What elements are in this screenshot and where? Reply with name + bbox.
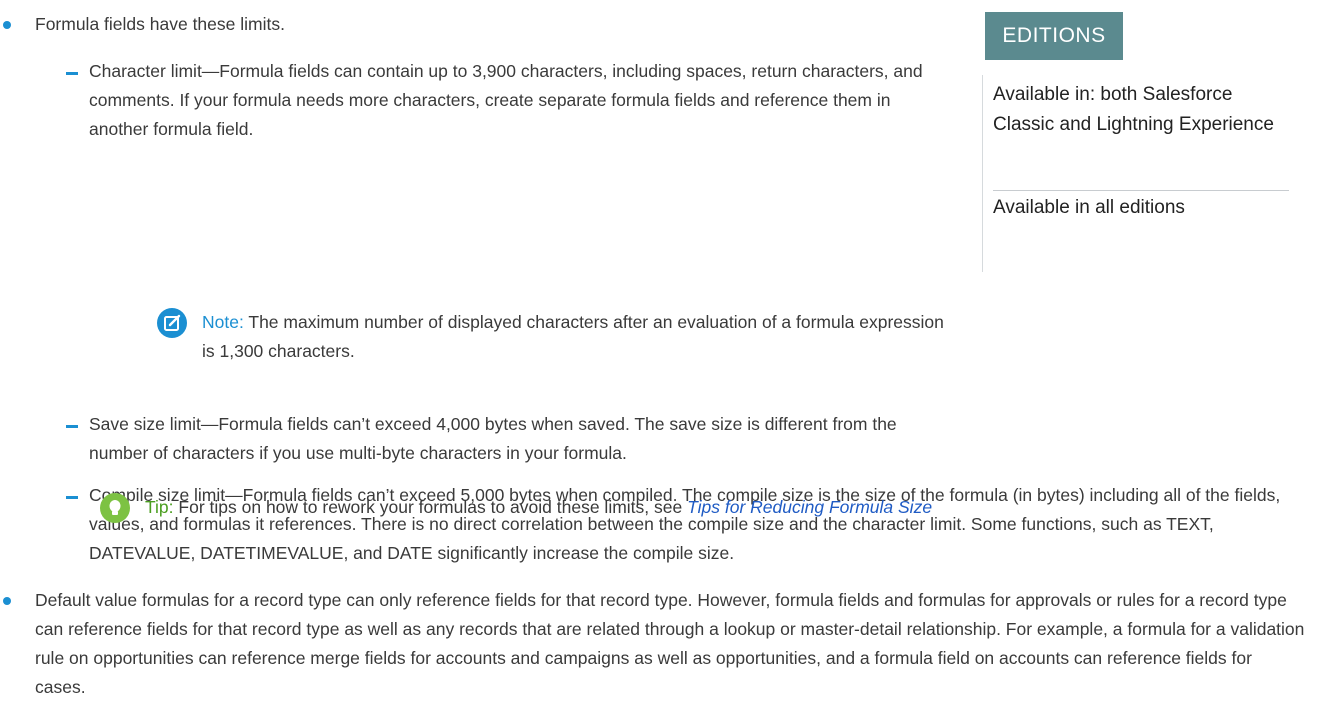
dash-icon <box>66 496 78 499</box>
sidebar-divider <box>993 190 1289 191</box>
editions-text: Available in all editions <box>993 197 1185 218</box>
note-text: The maximum number of displayed characte… <box>202 312 944 361</box>
bullet-dot-icon <box>3 597 11 605</box>
tip-label: Tip: <box>145 497 174 517</box>
note-block: Note: The maximum number of displayed ch… <box>202 308 957 366</box>
tip-block: Tip: For tips on how to rework your form… <box>145 493 1305 522</box>
save-size-limit-text: Save size limit—Formula fields can’t exc… <box>89 414 897 463</box>
editions-header: EDITIONS <box>985 12 1123 60</box>
default-value-text: Default value formulas for a record type… <box>35 590 1305 697</box>
note-pencil-icon <box>157 308 187 338</box>
lightbulb-icon <box>100 493 130 523</box>
bullet-dot-icon <box>3 21 11 29</box>
intro-text: Formula fields have these limits. <box>35 14 285 34</box>
note-label: Note: <box>202 312 244 332</box>
tips-reducing-formula-size-link[interactable]: Tips for Reducing Formula Size <box>687 497 932 517</box>
dash-icon <box>66 425 78 428</box>
tip-text: For tips on how to rework your formulas … <box>178 497 683 517</box>
editions-sidebar: Available in: both Salesforce Classic an… <box>982 75 1305 272</box>
availability-text: Available in: both Salesforce Classic an… <box>993 84 1274 135</box>
character-limit-text: Character limit—Formula fields can conta… <box>89 61 923 139</box>
dash-icon <box>66 72 78 75</box>
